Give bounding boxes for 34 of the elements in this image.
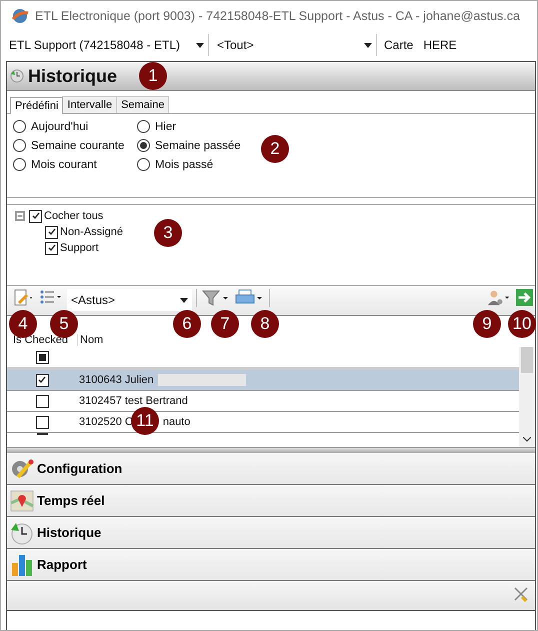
table-row[interactable]: 3100643 Julien	[7, 370, 519, 391]
group-dropdown[interactable]: <Tout>	[213, 34, 377, 56]
callout-marker: 8	[251, 310, 279, 338]
column-header[interactable]: Nom	[77, 334, 104, 346]
callout-marker: 11	[131, 407, 159, 435]
tab[interactable]: Semaine	[116, 96, 170, 113]
nav-button[interactable]: Rapport	[7, 549, 535, 581]
tree-item[interactable]: Cocher tous	[44, 210, 104, 222]
tree-item[interactable]: Non-Assigné	[60, 226, 123, 238]
table-cell: 3100643 Julien	[79, 374, 154, 386]
tab[interactable]: Intervalle	[62, 96, 118, 113]
callout-marker: 2	[261, 135, 289, 163]
nav-button[interactable]: Configuration	[7, 453, 535, 485]
account-dropdown[interactable]: ETL Support (742158048 - ETL)	[5, 34, 209, 56]
period-radio[interactable]: Aujourd'hui	[13, 120, 137, 133]
nav-button[interactable]: Historique	[7, 517, 535, 549]
callout-marker: 10	[508, 310, 536, 338]
map-provider: HERE	[422, 38, 458, 52]
period-radio[interactable]: Mois courant	[13, 158, 137, 171]
map-label: Carte	[383, 38, 414, 52]
callout-marker: 3	[154, 219, 182, 247]
panel-title: Historique	[28, 66, 118, 86]
tab[interactable]: Prédéfini	[10, 97, 64, 114]
window-title: ETL Electronique (port 9003) - 742158048-ETL Support - Astus - CA - johane@astus.ca	[35, 9, 520, 23]
period-radio[interactable]: Semaine courante	[13, 139, 137, 152]
nav-button[interactable]: Temps réel	[7, 485, 535, 517]
table-cell: nauto	[162, 416, 190, 428]
table-cell: 3102457 test Bertrand	[79, 395, 188, 407]
callout-marker: 9	[473, 310, 501, 338]
callout-marker: 6	[173, 310, 201, 338]
tree-item[interactable]: Support	[60, 242, 99, 254]
filter-dropdown[interactable]: <Astus>	[67, 289, 192, 311]
callout-marker: 7	[211, 310, 239, 338]
period-radio[interactable]: Hier	[137, 120, 529, 133]
